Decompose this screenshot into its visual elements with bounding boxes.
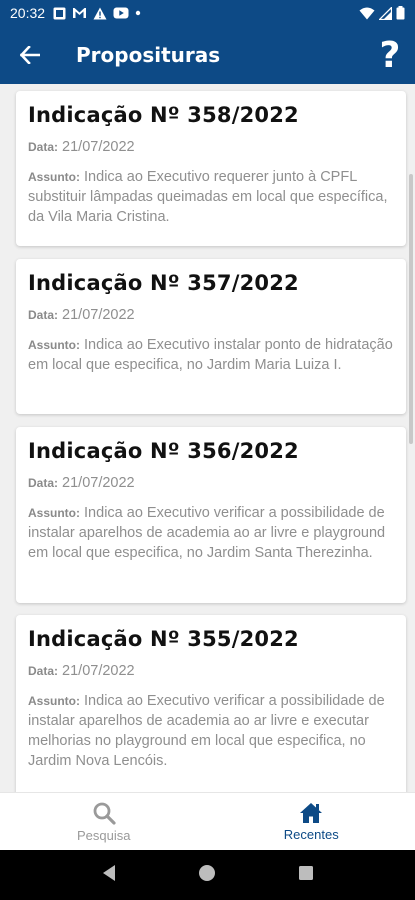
help-button[interactable]: ? [365, 26, 415, 84]
card-title: Indicação Nº 355/2022 [28, 627, 299, 651]
card-subject-row: Assunto: Indica ao Executivo instalar po… [28, 335, 394, 375]
system-back-button[interactable] [101, 864, 117, 887]
status-time: 20:32 [10, 5, 46, 21]
system-home-button[interactable] [198, 864, 216, 887]
card-date: 21/07/2022 [62, 139, 135, 155]
date-label: Data: [28, 140, 59, 154]
card-subject: Indica ao Executivo verificar a possibil… [28, 505, 386, 561]
subject-label: Assunto: [28, 506, 80, 520]
subject-label: Assunto: [28, 170, 80, 184]
back-button[interactable] [0, 26, 60, 84]
subject-label: Assunto: [28, 338, 80, 352]
card-subject: Indica ao Executivo instalar ponto de hi… [28, 337, 393, 373]
nav-search[interactable]: Pesquisa [0, 793, 208, 850]
home-icon [300, 802, 323, 823]
warning-icon [93, 7, 107, 19]
search-icon [93, 802, 116, 825]
card-date-row: Data: 21/07/2022 [28, 137, 394, 157]
signal-icon [379, 6, 392, 20]
card-title: Indicação Nº 357/2022 [28, 271, 299, 295]
triangle-back-icon [102, 864, 115, 881]
arrow-back-icon [20, 46, 40, 64]
proposition-card[interactable]: Indicação Nº 356/2022 Data: 21/07/2022 A… [16, 427, 406, 603]
date-label: Data: [28, 308, 59, 322]
propositions-list[interactable]: Indicação Nº 358/2022 Data: 21/07/2022 A… [0, 84, 415, 792]
card-date: 21/07/2022 [62, 307, 135, 323]
card-date-row: Data: 21/07/2022 [28, 473, 394, 493]
card-subject-row: Assunto: Indica ao Executivo requerer ju… [28, 167, 394, 227]
app-bar: Proposituras ? [0, 26, 415, 84]
wifi-icon [359, 7, 375, 19]
card-date-row: Data: 21/07/2022 [28, 305, 394, 325]
card-title: Indicação Nº 358/2022 [28, 103, 299, 127]
notification-icons [53, 7, 141, 20]
status-bar: 20:32 [0, 0, 415, 26]
card-subject-row: Assunto: Indica ao Executivo verificar a… [28, 503, 394, 563]
circle-home-icon [199, 864, 216, 881]
date-label: Data: [28, 476, 59, 490]
page-title: Proposituras [76, 43, 221, 67]
card-date-row: Data: 21/07/2022 [28, 661, 394, 681]
card-subject: Indica ao Executivo verificar a possibil… [28, 693, 385, 769]
card-date: 21/07/2022 [62, 475, 135, 491]
youtube-icon [113, 7, 129, 19]
date-label: Data: [28, 664, 59, 678]
subject-label: Assunto: [28, 694, 80, 708]
system-navigation-bar [0, 850, 415, 900]
card-title: Indicação Nº 356/2022 [28, 439, 299, 463]
gmail-icon [73, 8, 87, 18]
help-icon: ? [379, 34, 401, 76]
proposition-card[interactable]: Indicação Nº 357/2022 Data: 21/07/2022 A… [16, 259, 406, 414]
card-subject-row: Assunto: Indica ao Executivo verificar a… [28, 691, 394, 771]
battery-icon [396, 6, 405, 20]
square-recents-icon [299, 865, 314, 880]
proposition-card[interactable]: Indicação Nº 358/2022 Data: 21/07/2022 A… [16, 91, 406, 246]
proposition-card[interactable]: Indicação Nº 355/2022 Data: 21/07/2022 A… [16, 615, 406, 792]
dot-icon [135, 10, 141, 16]
nav-recent[interactable]: Recentes [208, 793, 415, 850]
card-date: 21/07/2022 [62, 663, 135, 679]
nav-search-label: Pesquisa [77, 827, 131, 843]
bottom-navigation: Pesquisa Recentes [0, 792, 415, 850]
notification-app-icon [53, 7, 66, 19]
system-status-icons [359, 6, 405, 20]
nav-recent-label: Recentes [283, 826, 339, 842]
scrollbar[interactable] [409, 174, 413, 444]
card-subject: Indica ao Executivo requerer junto à CPF… [28, 169, 388, 225]
system-recents-button[interactable] [298, 865, 314, 886]
